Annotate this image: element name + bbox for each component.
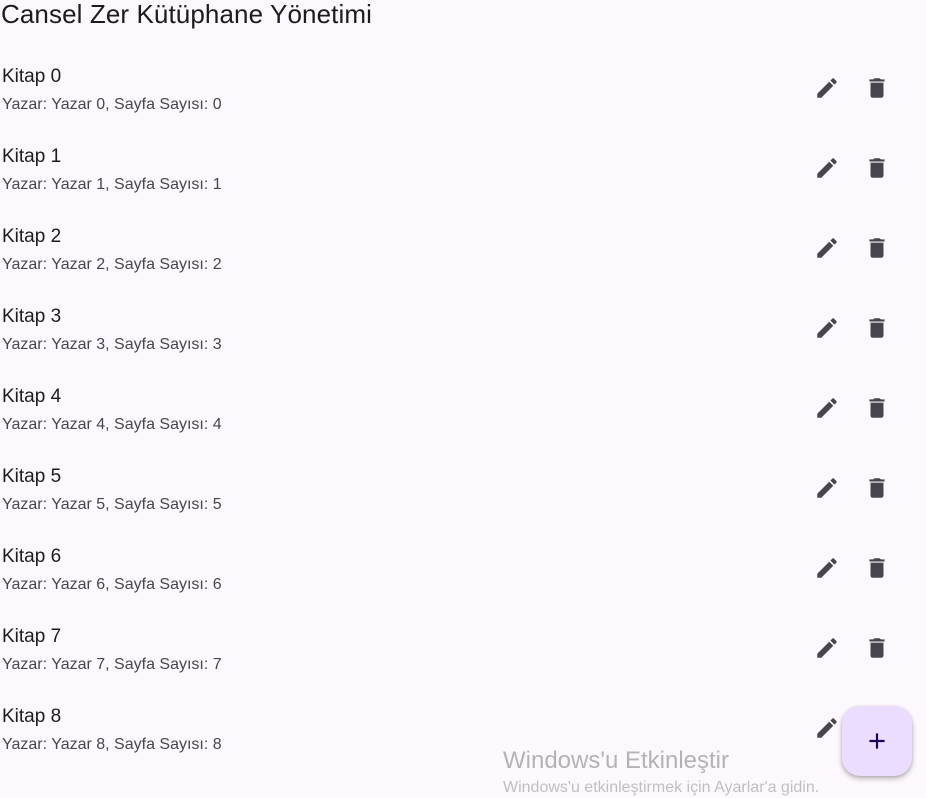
- delete-button[interactable]: [857, 388, 897, 428]
- book-row[interactable]: Kitap 5 Yazar: Yazar 5, Sayfa Sayısı: 5: [0, 448, 926, 528]
- book-row[interactable]: Kitap 2 Yazar: Yazar 2, Sayfa Sayısı: 2: [0, 208, 926, 288]
- edit-button[interactable]: [807, 548, 847, 588]
- book-title: Kitap 1: [2, 146, 62, 167]
- book-subtitle: Yazar: Yazar 1, Sayfa Sayısı: 1: [2, 176, 222, 193]
- book-row[interactable]: Kitap 1 Yazar: Yazar 1, Sayfa Sayısı: 1: [0, 128, 926, 208]
- edit-button[interactable]: [807, 68, 847, 108]
- book-row[interactable]: Kitap 7 Yazar: Yazar 7, Sayfa Sayısı: 7: [0, 608, 926, 688]
- book-title: Kitap 7: [2, 626, 62, 647]
- book-subtitle: Yazar: Yazar 7, Sayfa Sayısı: 7: [2, 656, 222, 673]
- delete-button[interactable]: [857, 308, 897, 348]
- book-row[interactable]: Kitap 6 Yazar: Yazar 6, Sayfa Sayısı: 6: [0, 528, 926, 608]
- delete-button[interactable]: [857, 548, 897, 588]
- trash-icon: [869, 398, 885, 418]
- pencil-icon: [817, 638, 837, 658]
- pencil-icon: [817, 398, 837, 418]
- pencil-icon: [817, 558, 837, 578]
- delete-button[interactable]: [857, 468, 897, 508]
- edit-button[interactable]: [807, 708, 847, 748]
- trash-icon: [869, 318, 885, 338]
- book-row[interactable]: Kitap 3 Yazar: Yazar 3, Sayfa Sayısı: 3: [0, 288, 926, 368]
- delete-button[interactable]: [857, 148, 897, 188]
- book-title: Kitap 8: [2, 706, 62, 727]
- book-list: Kitap 0 Yazar: Yazar 0, Sayfa Sayısı: 0 …: [0, 48, 926, 768]
- book-title: Kitap 4: [2, 386, 62, 407]
- delete-button[interactable]: [857, 628, 897, 668]
- book-subtitle: Yazar: Yazar 3, Sayfa Sayısı: 3: [2, 336, 222, 353]
- edit-button[interactable]: [807, 628, 847, 668]
- windows-activation-watermark: Windows'u Etkinleştir: [503, 747, 729, 774]
- pencil-icon: [817, 318, 837, 338]
- edit-button[interactable]: [807, 308, 847, 348]
- delete-button[interactable]: [857, 68, 897, 108]
- book-title: Kitap 2: [2, 226, 62, 247]
- trash-icon: [869, 238, 885, 258]
- edit-button[interactable]: [807, 388, 847, 428]
- book-row[interactable]: Kitap 4 Yazar: Yazar 4, Sayfa Sayısı: 4: [0, 368, 926, 448]
- trash-icon: [869, 78, 885, 98]
- book-subtitle: Yazar: Yazar 4, Sayfa Sayısı: 4: [2, 416, 222, 433]
- add-book-button[interactable]: [842, 706, 912, 776]
- trash-icon: [869, 638, 885, 658]
- book-subtitle: Yazar: Yazar 5, Sayfa Sayısı: 5: [2, 496, 222, 513]
- book-subtitle: Yazar: Yazar 0, Sayfa Sayısı: 0: [2, 96, 222, 113]
- pencil-icon: [817, 718, 837, 738]
- book-subtitle: Yazar: Yazar 6, Sayfa Sayısı: 6: [2, 576, 222, 593]
- edit-button[interactable]: [807, 228, 847, 268]
- trash-icon: [869, 558, 885, 578]
- edit-button[interactable]: [807, 468, 847, 508]
- book-subtitle: Yazar: Yazar 8, Sayfa Sayısı: 8: [2, 736, 222, 753]
- pencil-icon: [817, 158, 837, 178]
- edit-button[interactable]: [807, 148, 847, 188]
- trash-icon: [869, 478, 885, 498]
- pencil-icon: [817, 238, 837, 258]
- book-row[interactable]: Kitap 8 Yazar: Yazar 8, Sayfa Sayısı: 8: [0, 688, 926, 768]
- delete-button[interactable]: [857, 228, 897, 268]
- book-title: Kitap 5: [2, 466, 62, 487]
- pencil-icon: [817, 78, 837, 98]
- app-title: Cansel Zer Kütüphane Yönetimi: [1, 0, 372, 29]
- book-title: Kitap 3: [2, 306, 62, 327]
- windows-activation-subtitle: Windows'u etkinleştirmek için Ayarlar'a …: [503, 779, 820, 796]
- plus-icon: [869, 733, 885, 749]
- pencil-icon: [817, 478, 837, 498]
- book-row[interactable]: Kitap 0 Yazar: Yazar 0, Sayfa Sayısı: 0: [0, 48, 926, 128]
- book-title: Kitap 6: [2, 546, 62, 567]
- book-subtitle: Yazar: Yazar 2, Sayfa Sayısı: 2: [2, 256, 222, 273]
- trash-icon: [869, 158, 885, 178]
- book-title: Kitap 0: [2, 66, 62, 87]
